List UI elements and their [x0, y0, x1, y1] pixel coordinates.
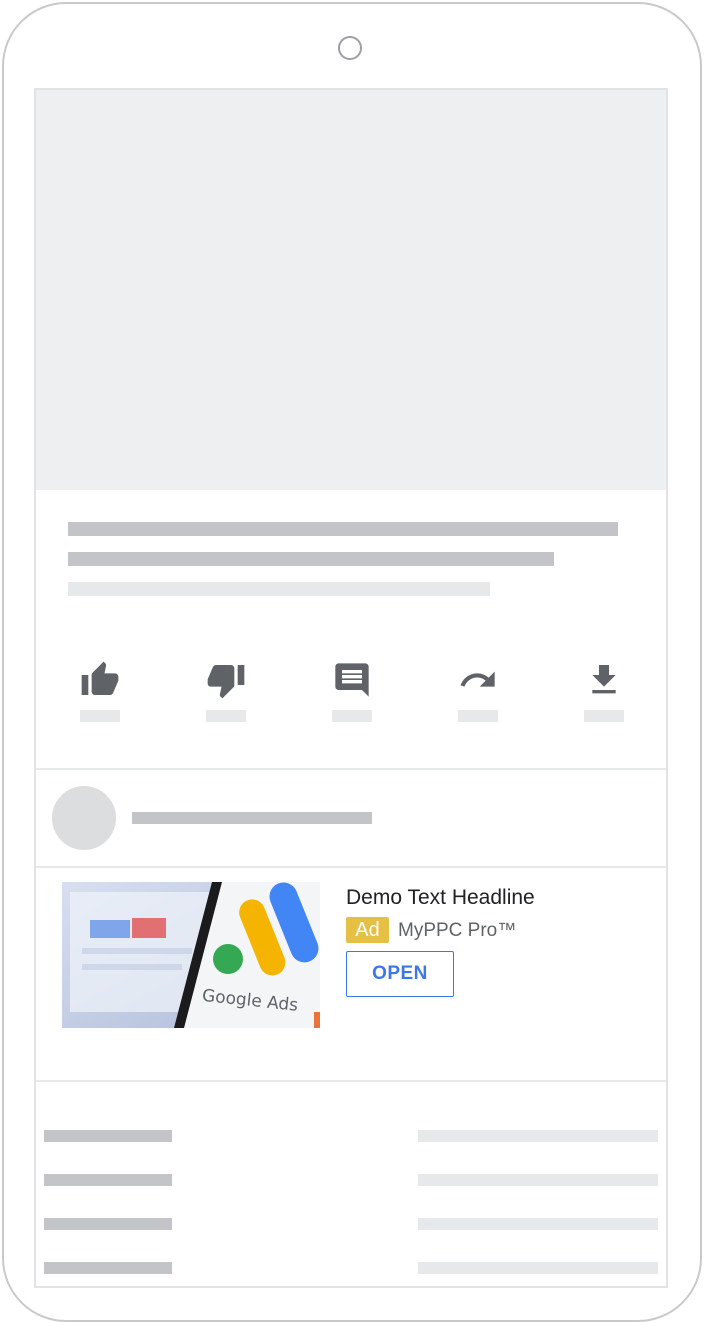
ad-image[interactable]: Google Ads — [62, 882, 320, 1028]
thumb-down-icon — [207, 665, 245, 699]
ad-advertiser: MyPPC Pro™ — [398, 920, 517, 941]
share-label-placeholder — [458, 710, 498, 722]
camera-icon — [338, 36, 362, 60]
dislike-label-placeholder — [206, 710, 246, 722]
like-count-placeholder — [80, 710, 120, 722]
comment-button[interactable] — [332, 660, 372, 722]
meta-placeholder-line — [68, 582, 490, 596]
list-item-placeholder — [418, 1130, 658, 1142]
channel-name-placeholder — [132, 812, 372, 824]
list-item-placeholder — [418, 1218, 658, 1230]
list-item-placeholder — [44, 1174, 172, 1186]
share-icon — [460, 671, 495, 687]
divider — [36, 866, 666, 868]
google-ads-image: Google Ads — [62, 882, 320, 1028]
like-button[interactable] — [80, 660, 120, 722]
comment-label-placeholder — [332, 710, 372, 722]
open-button[interactable]: OPEN — [346, 951, 454, 997]
dislike-button[interactable] — [206, 660, 246, 722]
ad-badge: Ad — [346, 917, 389, 943]
thumb-up-icon — [81, 661, 119, 695]
title-placeholder-line — [68, 552, 554, 566]
divider — [36, 768, 666, 770]
avatar[interactable] — [52, 786, 116, 850]
download-icon — [592, 665, 616, 694]
download-button[interactable] — [584, 660, 624, 722]
download-label-placeholder — [584, 710, 624, 722]
list-item-placeholder — [44, 1130, 172, 1142]
list-item-placeholder — [418, 1174, 658, 1186]
divider — [36, 1080, 666, 1082]
share-button[interactable] — [458, 660, 498, 722]
video-player-placeholder[interactable] — [36, 90, 666, 490]
comment-icon — [335, 663, 369, 697]
screen: Google Ads Demo Text Headline Ad MyPPC P… — [34, 88, 668, 1288]
list-item-placeholder — [44, 1218, 172, 1230]
title-placeholder-line — [68, 522, 618, 536]
ad-headline[interactable]: Demo Text Headline — [346, 886, 535, 910]
